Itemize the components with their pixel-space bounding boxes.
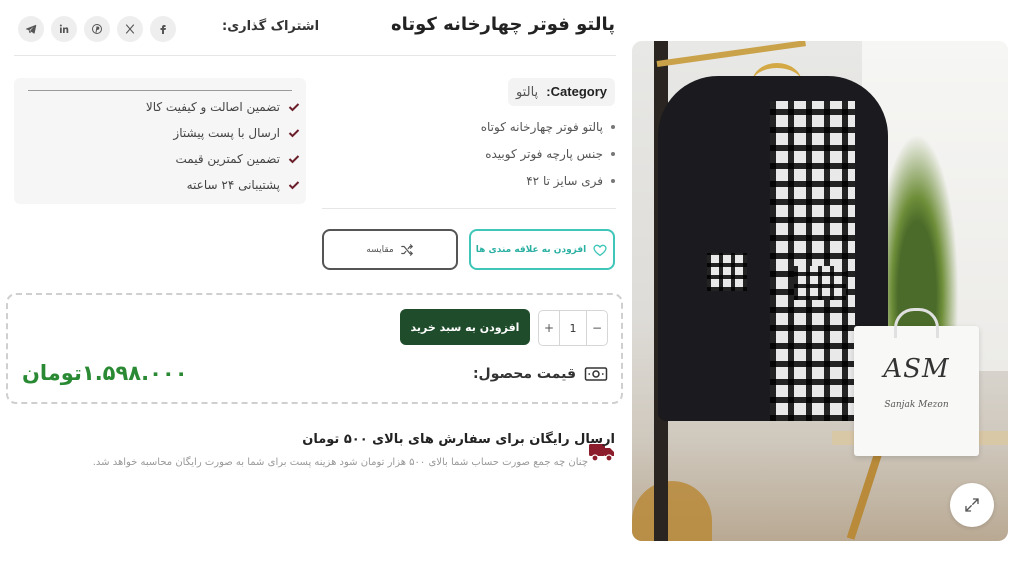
bag-subtitle: Sanjak Mezon <box>884 400 949 410</box>
product-title: پالتو فوتر چهارخانه کوتاه <box>390 14 615 35</box>
category-badge: Category: پالتو <box>507 78 615 106</box>
shipping-title: ارسال رایگان برای سفارش های بالای ۵۰۰ تو… <box>302 432 615 447</box>
bag-handle <box>894 308 939 338</box>
quantity-stepper[interactable]: − 1 + <box>538 310 608 346</box>
coat-pocket-left <box>707 253 747 291</box>
guarantee-item: تضمین اصالت و کیفیت کالا <box>146 100 300 114</box>
shopping-bag: ASM Sanjak Mezon <box>854 308 979 456</box>
guarantee-item: تضمین کمترین قیمت <box>175 152 300 166</box>
shuffle-icon <box>400 243 413 256</box>
quantity-decrease-button[interactable]: − <box>586 311 607 345</box>
share-linkedin-button[interactable] <box>51 16 77 42</box>
zoom-button[interactable] <box>950 483 994 527</box>
add-to-cart-button[interactable]: افزودن به سبد خرید <box>400 309 530 345</box>
share-pinterest-button[interactable] <box>84 16 110 42</box>
shipping-description: چنان چه جمع صورت حساب شما بالای ۵۰۰ هزار… <box>92 457 588 468</box>
linkedin-icon <box>59 24 69 33</box>
price-label: قیمت محصول: <box>473 365 608 383</box>
bullet-icon <box>611 151 615 156</box>
feature-item: جنس پارچه فوتر کوبیده <box>481 140 615 167</box>
check-icon <box>288 181 300 190</box>
product-features: پالتو فوتر چهارخانه کوتاه جنس پارچه فوتر… <box>481 113 615 194</box>
pinterest-icon <box>92 24 102 34</box>
quantity-value[interactable]: 1 <box>560 311 586 345</box>
purchase-box <box>6 293 623 404</box>
telegram-icon <box>25 24 37 34</box>
facebook-icon <box>160 25 166 34</box>
header-divider <box>14 55 616 56</box>
feature-item: فری سایز تا ۴۲ <box>481 167 615 194</box>
price-value: ۱.۵۹۸.۰۰۰تومان <box>22 361 188 385</box>
quantity-increase-button[interactable]: + <box>539 311 560 345</box>
add-to-wishlist-button[interactable]: افزودن به علاقه مندی ها <box>469 229 615 270</box>
guarantee-item: پشتیبانی ۲۴ ساعته <box>187 178 300 192</box>
feature-item: پالتو فوتر چهارخانه کوتاه <box>481 113 615 140</box>
guarantee-item: ارسال با پست پیشتاز <box>173 126 300 140</box>
wishlist-label: افزودن به علاقه مندی ها <box>475 244 587 255</box>
check-icon <box>288 103 300 112</box>
share-x-button[interactable] <box>117 16 143 42</box>
share-label: اشتراک گذاری: <box>222 19 320 34</box>
category-value-link[interactable]: پالتو <box>516 85 538 100</box>
guarantees-divider <box>28 90 292 91</box>
compare-label: مقایسه <box>366 244 394 255</box>
bag-logo: ASM <box>883 354 950 384</box>
bullet-icon <box>611 124 615 129</box>
expand-icon <box>965 498 979 512</box>
check-icon <box>288 129 300 138</box>
coat-plaid-panel <box>770 101 855 421</box>
share-facebook-button[interactable] <box>150 16 176 42</box>
check-icon <box>288 155 300 164</box>
guarantees-card: تضمین اصالت و کیفیت کالا ارسال با پست پی… <box>14 78 306 204</box>
bullet-icon <box>611 178 615 183</box>
category-key: Category: <box>546 84 607 99</box>
section-divider <box>322 208 616 209</box>
heart-icon <box>593 244 607 256</box>
x-icon <box>125 24 135 34</box>
money-icon <box>584 367 608 381</box>
stand-base <box>632 481 712 541</box>
share-telegram-button[interactable] <box>18 16 44 42</box>
product-image[interactable]: ASM Sanjak Mezon <box>632 41 1008 541</box>
coat-pocket-right <box>794 266 846 300</box>
compare-button[interactable]: مقایسه <box>322 229 458 270</box>
